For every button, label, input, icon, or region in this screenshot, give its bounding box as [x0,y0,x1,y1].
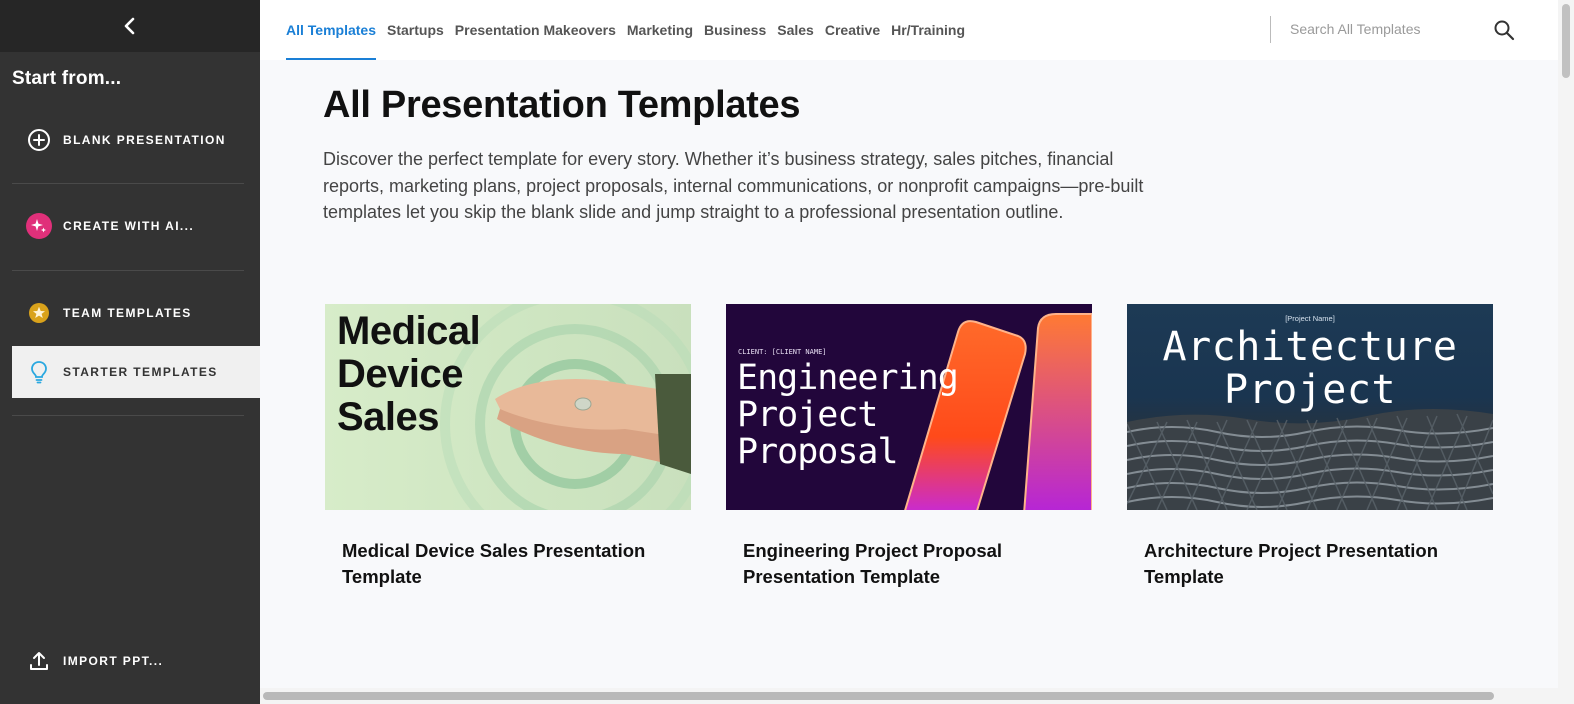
top-nav: All Templates Startups Presentation Make… [260,0,1558,60]
horizontal-scrollbar-thumb[interactable] [263,692,1494,700]
sidebar-header [0,0,260,52]
tab-sales[interactable]: Sales [777,0,814,60]
tab-marketing[interactable]: Marketing [627,0,693,60]
back-button[interactable] [110,6,150,46]
vertical-scrollbar[interactable] [1558,0,1574,704]
thumbnail-title: Medical Device Sales [337,309,481,439]
tab-all-templates[interactable]: All Templates [286,0,376,60]
template-card-title: Engineering Project Proposal Presentatio… [743,540,1003,587]
thumbnail-project-label: [Project Name] [1285,314,1335,323]
sidebar-item-import-ppt[interactable]: IMPORT PPT... [12,635,260,687]
main-content: All Presentation Templates Discover the … [260,60,1558,688]
sparkle-icon [26,213,52,239]
sidebar-divider [12,415,244,416]
thumbnail-title: Architecture Project [1162,324,1458,413]
template-card-medical-device-sales[interactable]: Medical Device Sales Medical Device Sale… [325,304,691,590]
sidebar-item-label: STARTER TEMPLATES [63,365,218,379]
template-card-title: Architecture Project Presentation Templa… [1144,540,1439,587]
vertical-scrollbar-thumb[interactable] [1562,4,1570,78]
template-thumbnail[interactable]: CLIENT: [CLIENT NAME] Engineering Projec… [726,304,1092,510]
search-icon [1494,20,1515,41]
horizontal-scrollbar[interactable] [260,688,1558,704]
search-input[interactable] [1290,16,1470,42]
thumbnail-title: Engineering Project Proposal [737,358,959,472]
template-card-title: Medical Device Sales Presentation Templa… [342,540,646,587]
plus-circle-icon [26,127,52,153]
sidebar-item-blank-presentation[interactable]: BLANK PRESENTATION [12,114,260,166]
category-tabs: All Templates Startups Presentation Make… [286,0,976,60]
tab-creative[interactable]: Creative [825,0,880,60]
upload-icon [26,648,52,674]
page-title: All Presentation Templates [323,84,801,126]
tab-startups[interactable]: Startups [387,0,444,60]
search-divider [1270,16,1271,43]
lightbulb-icon [26,359,52,385]
tab-presentation-makeovers[interactable]: Presentation Makeovers [455,0,616,60]
tab-hr-training[interactable]: Hr/Training [891,0,965,60]
sidebar-item-create-with-ai[interactable]: CREATE WITH AI... [12,200,260,252]
sidebar-item-team-templates[interactable]: TEAM TEMPLATES [12,287,260,339]
template-thumbnail[interactable]: [Project Name] Architecture Project [1127,304,1493,510]
chevron-left-icon [124,17,135,35]
search-button[interactable] [1490,16,1518,44]
start-from-heading: Start from... [12,68,122,89]
sidebar-item-label: BLANK PRESENTATION [63,133,226,147]
sidebar-divider [12,183,244,184]
sidebar-item-label: CREATE WITH AI... [63,219,195,233]
template-card-engineering-project-proposal[interactable]: CLIENT: [CLIENT NAME] Engineering Projec… [726,304,1092,590]
sidebar-item-label: IMPORT PPT... [63,654,164,668]
page-description: Discover the perfect template for every … [323,149,1144,222]
template-card-architecture-project[interactable]: [Project Name] Architecture Project Arch… [1127,304,1493,590]
sidebar-item-starter-templates[interactable]: STARTER TEMPLATES [12,346,260,398]
star-badge-icon [26,300,52,326]
sidebar-item-label: TEAM TEMPLATES [63,306,192,320]
tab-business[interactable]: Business [704,0,766,60]
sidebar: Start from... BLANK PRESENTATION CREATE … [0,0,260,704]
template-thumbnail[interactable]: Medical Device Sales [325,304,691,510]
sidebar-divider [12,270,244,271]
thumbnail-client-label: CLIENT: [CLIENT NAME] [738,348,827,356]
